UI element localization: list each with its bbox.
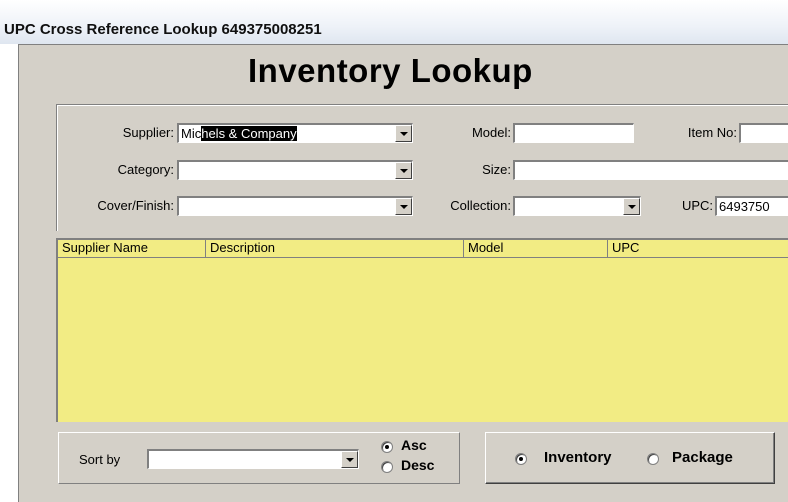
chevron-down-icon[interactable] [395,198,412,215]
column-header-upc[interactable]: UPC [608,240,788,257]
window-title: UPC Cross Reference Lookup 649375008251 [4,21,322,38]
title-bar[interactable]: UPC Cross Reference Lookup 649375008251 [0,0,788,44]
asc-radio[interactable] [381,441,393,453]
upc-field[interactable]: 6493750 [715,196,788,216]
chevron-down-icon[interactable] [341,451,358,468]
chevron-down-icon[interactable] [395,162,412,179]
filter-group: Supplier: Michels & Company Model: Item … [56,104,788,231]
inventory-label[interactable]: Inventory [544,449,612,466]
app-window: UPC Cross Reference Lookup 649375008251 … [0,0,788,502]
size-label: Size: [482,162,511,177]
category-combobox[interactable] [177,160,413,180]
package-label[interactable]: Package [672,449,733,466]
supplier-label: Supplier: [122,125,174,140]
column-header-description[interactable]: Description [206,240,464,257]
model-field[interactable] [513,123,634,143]
column-header-model[interactable]: Model [464,240,608,257]
item-no-label: Item No: [687,125,737,140]
results-grid[interactable]: Supplier Name Description Model UPC [56,238,788,422]
view-mode-group: Inventory Package [485,432,775,484]
column-header-supplier-name[interactable]: Supplier Name [58,240,206,257]
sort-by-label: Sort by [79,452,121,467]
grid-header: Supplier Name Description Model UPC [58,240,788,258]
supplier-value-text: Mic [181,126,202,141]
collection-combobox[interactable] [513,196,641,216]
chevron-down-icon[interactable] [623,198,640,215]
supplier-combobox[interactable]: Michels & Company [177,123,413,143]
cover-finish-combobox[interactable] [177,196,413,216]
category-label: Category: [117,162,174,177]
supplier-value-selected: hels & Company [201,126,297,141]
collection-label: Collection: [450,198,511,213]
size-field[interactable] [513,160,788,180]
item-no-field[interactable] [739,123,788,143]
sort-group: Sort by Asc Desc [58,432,460,484]
chevron-down-icon[interactable] [395,125,412,142]
inventory-radio[interactable] [515,453,527,465]
asc-label[interactable]: Asc [401,437,427,453]
sort-by-combobox[interactable] [147,449,359,469]
upc-label: UPC: [681,198,713,213]
model-label: Model: [471,125,511,140]
desc-radio[interactable] [381,461,393,473]
page-title: Inventory Lookup [248,52,533,89]
cover-finish-label: Cover/Finish: [97,198,174,213]
desc-label[interactable]: Desc [401,457,434,473]
package-radio[interactable] [647,453,659,465]
